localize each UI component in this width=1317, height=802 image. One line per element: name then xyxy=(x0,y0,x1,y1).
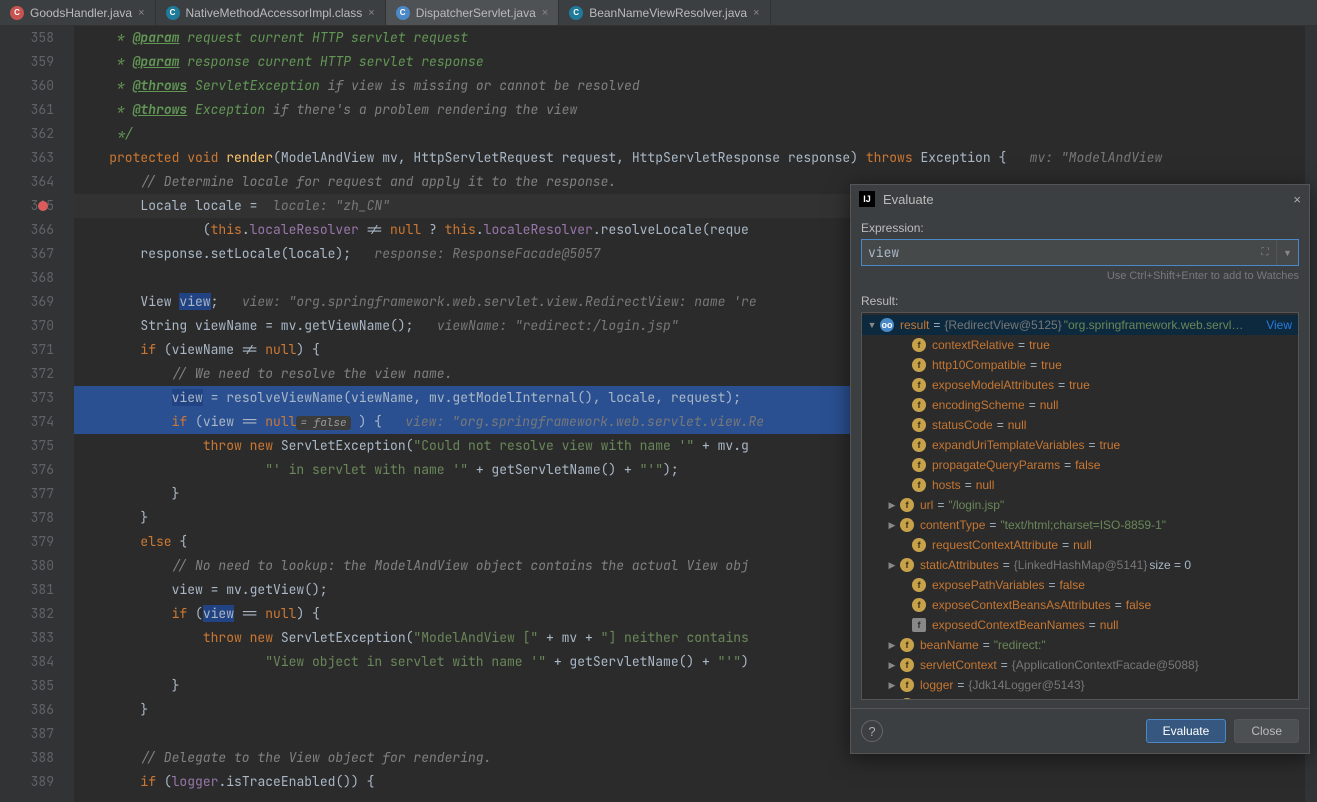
result-field[interactable]: ▶flogger = {Jdk14Logger@5143} xyxy=(862,675,1298,695)
result-field[interactable]: ▶fservletContext = {ApplicationContextFa… xyxy=(862,655,1298,675)
line-gutter: 3583593603613623633643653663673683693703… xyxy=(0,26,74,802)
result-label: Result: xyxy=(861,294,1299,308)
evaluate-popup: IJ Evaluate × Expression: ⛶ ▼ Use Ctrl+S… xyxy=(850,184,1310,754)
result-field[interactable]: fhosts = null xyxy=(862,475,1298,495)
result-field[interactable]: ▶fstaticAttributes = {LinkedHashMap@5141… xyxy=(862,555,1298,575)
close-icon[interactable]: × xyxy=(753,7,759,19)
expression-field: ⛶ ▼ xyxy=(861,239,1299,266)
result-field[interactable]: ▶fbeanName = "redirect:" xyxy=(862,635,1298,655)
expression-input[interactable] xyxy=(862,240,1254,265)
result-field[interactable]: fexposePathVariables = false xyxy=(862,575,1298,595)
result-field[interactable]: fpropagateQueryParams = false xyxy=(862,455,1298,475)
evaluate-button[interactable]: Evaluate xyxy=(1146,719,1227,743)
popup-title-bar: IJ Evaluate × xyxy=(851,185,1309,213)
result-field[interactable]: ▶fapplicationContext = {XmlWebApplicatio… xyxy=(862,695,1298,700)
tab-goodshandler[interactable]: C GoodsHandler.java × xyxy=(0,0,156,25)
class-file-icon: C xyxy=(166,6,180,20)
result-field[interactable]: fstatusCode = null xyxy=(862,415,1298,435)
intellij-logo-icon: IJ xyxy=(859,191,875,207)
dropdown-icon[interactable]: ▼ xyxy=(1276,240,1298,265)
result-tree[interactable]: ▼ooresult = {RedirectView@5125} "org.spr… xyxy=(861,312,1299,700)
popup-footer: ? Evaluate Close xyxy=(851,708,1309,753)
java-file-icon: C xyxy=(396,6,410,20)
result-field[interactable]: ▶furl = "/login.jsp" xyxy=(862,495,1298,515)
tab-label: BeanNameViewResolver.java xyxy=(589,6,747,20)
expression-label: Expression: xyxy=(861,221,1299,235)
java-file-icon: C xyxy=(569,6,583,20)
watches-hint: Use Ctrl+Shift+Enter to add to Watches xyxy=(861,270,1299,282)
tab-nativemethod[interactable]: C NativeMethodAccessorImpl.class × xyxy=(156,0,386,25)
close-button[interactable]: Close xyxy=(1234,719,1299,743)
close-icon[interactable]: × xyxy=(542,7,548,19)
tab-beannameview[interactable]: C BeanNameViewResolver.java × xyxy=(559,0,770,25)
popup-title: Evaluate xyxy=(883,192,934,207)
result-field[interactable]: fexposedContextBeanNames = null xyxy=(862,615,1298,635)
close-icon[interactable]: × xyxy=(368,7,374,19)
editor-tabs: C GoodsHandler.java × C NativeMethodAccesso… xyxy=(0,0,1317,26)
result-root[interactable]: ▼ooresult = {RedirectView@5125} "org.spr… xyxy=(862,315,1298,335)
tab-label: GoodsHandler.java xyxy=(30,6,132,20)
result-field[interactable]: frequestContextAttribute = null xyxy=(862,535,1298,555)
tab-dispatcherservlet[interactable]: C DispatcherServlet.java × xyxy=(386,0,560,25)
close-icon[interactable]: × xyxy=(1293,192,1301,207)
result-field[interactable]: fencodingScheme = null xyxy=(862,395,1298,415)
result-field[interactable]: fcontextRelative = true xyxy=(862,335,1298,355)
tab-label: NativeMethodAccessorImpl.class xyxy=(186,6,363,20)
result-field[interactable]: fhttp10Compatible = true xyxy=(862,355,1298,375)
close-icon[interactable]: × xyxy=(138,7,144,19)
result-field[interactable]: ▶fcontentType = "text/html;charset=ISO-8… xyxy=(862,515,1298,535)
help-button[interactable]: ? xyxy=(861,720,883,742)
java-file-icon: C xyxy=(10,6,24,20)
expand-icon[interactable]: ⛶ xyxy=(1254,240,1276,265)
result-field[interactable]: fexpandUriTemplateVariables = true xyxy=(862,435,1298,455)
result-field[interactable]: fexposeModelAttributes = true xyxy=(862,375,1298,395)
result-field[interactable]: fexposeContextBeansAsAttributes = false xyxy=(862,595,1298,615)
tab-label: DispatcherServlet.java xyxy=(416,6,536,20)
